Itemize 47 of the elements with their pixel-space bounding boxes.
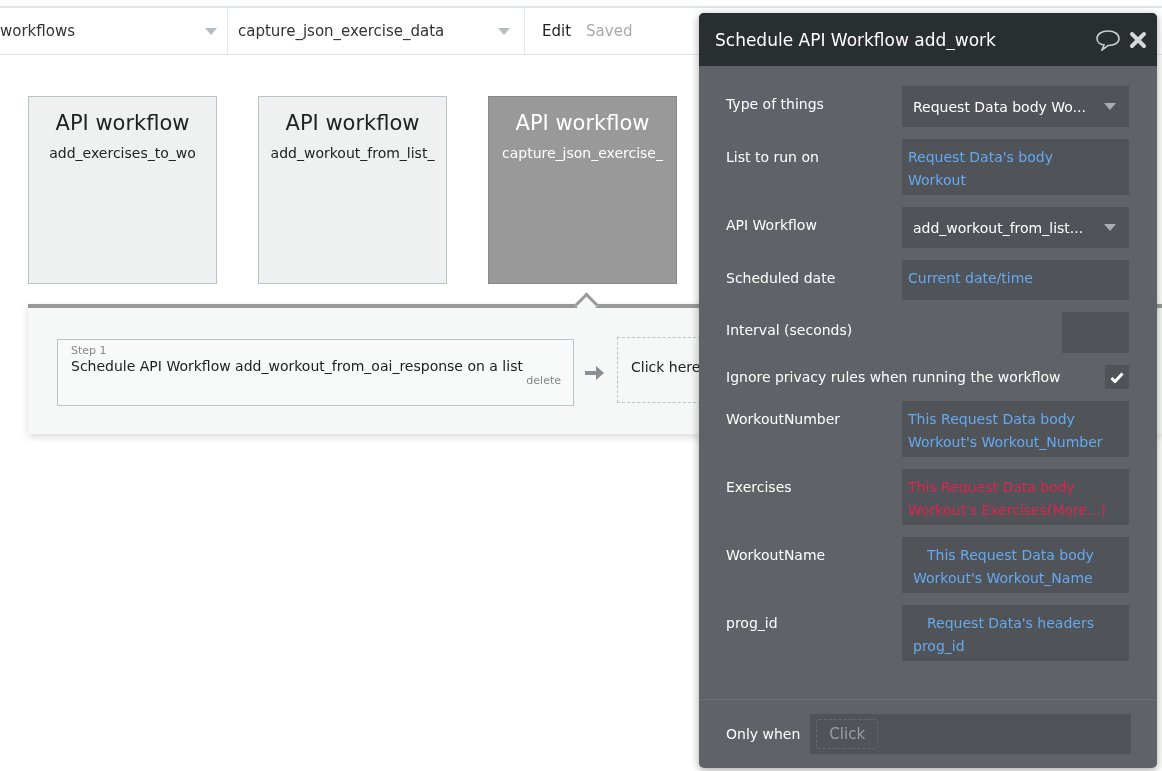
caret-icon	[1104, 103, 1116, 110]
field-label: Interval (seconds)	[726, 321, 853, 338]
workflow-dropdown[interactable]: capture_json_exercise_data	[228, 8, 525, 54]
field-label: Only when	[726, 726, 801, 742]
card-name: add_exercises_to_wo	[48, 145, 197, 161]
expression-field[interactable]: Request Data's headers prog_id	[902, 605, 1129, 661]
dropdown[interactable]: Request Data body Wo...	[902, 86, 1129, 127]
step-label: Step 1	[71, 344, 108, 357]
workflow-card[interactable]: API workflow capture_json_exercise_	[488, 96, 677, 284]
field-label: Exercises	[726, 478, 792, 495]
workflow-card[interactable]: API workflow add_workout_from_list_	[258, 96, 447, 284]
field-label: Type of things	[726, 95, 824, 112]
delete-link[interactable]: delete	[71, 374, 561, 387]
card-title: API workflow	[514, 111, 651, 135]
workflow-card[interactable]: API workflow add_exercises_to_wo	[28, 96, 217, 284]
field-label: API Workflow	[726, 216, 817, 233]
expression-field[interactable]: Current date/time	[902, 260, 1129, 300]
card-name: add_workout_from_list_	[269, 145, 436, 161]
comment-icon	[1095, 28, 1121, 51]
dropdown[interactable]: add_workout_from_list...	[902, 207, 1129, 248]
field-label: WorkoutName	[726, 546, 826, 563]
step-card[interactable]: Step 1 Schedule API Workflow add_workout_from_oai_response on a list delete	[57, 339, 574, 406]
close-icon	[1129, 30, 1147, 49]
field-label: prog_id	[726, 614, 778, 631]
expression-field[interactable]: This Request Data body Workout's Workout_Name	[902, 537, 1129, 593]
edit-link[interactable]: Edit	[542, 22, 572, 40]
field-label: Ignore privacy rules when running the workflow	[726, 369, 1061, 385]
placeholder-button[interactable]: Click	[816, 719, 879, 749]
condition-field[interactable]: Click	[810, 714, 1131, 754]
card-title: API workflow	[54, 111, 191, 135]
field-label: Scheduled date	[726, 269, 836, 286]
caret-icon	[1104, 224, 1116, 231]
card-name: capture_json_exercise_	[501, 145, 664, 161]
page-dropdown[interactable]: workflows	[0, 8, 228, 54]
save-status: Saved	[586, 22, 633, 40]
panel-title: Schedule API Workflow add_work	[715, 29, 997, 50]
arrow-icon	[585, 363, 605, 382]
checkbox[interactable]	[1105, 365, 1129, 389]
field-label: List to run on	[726, 148, 819, 165]
expression-field[interactable]: Request Data's body Workout	[902, 139, 1129, 195]
expression-field[interactable]: This Request Data body Workout's Workout_Number	[902, 401, 1129, 457]
checkmark-icon	[1110, 371, 1124, 383]
step-action: Schedule API Workflow add_workout_from_oai_response on a list	[71, 358, 524, 374]
caret-icon	[498, 27, 510, 35]
card-title: API workflow	[284, 111, 421, 135]
field-label: WorkoutNumber	[726, 410, 841, 427]
caret-icon	[205, 27, 217, 35]
